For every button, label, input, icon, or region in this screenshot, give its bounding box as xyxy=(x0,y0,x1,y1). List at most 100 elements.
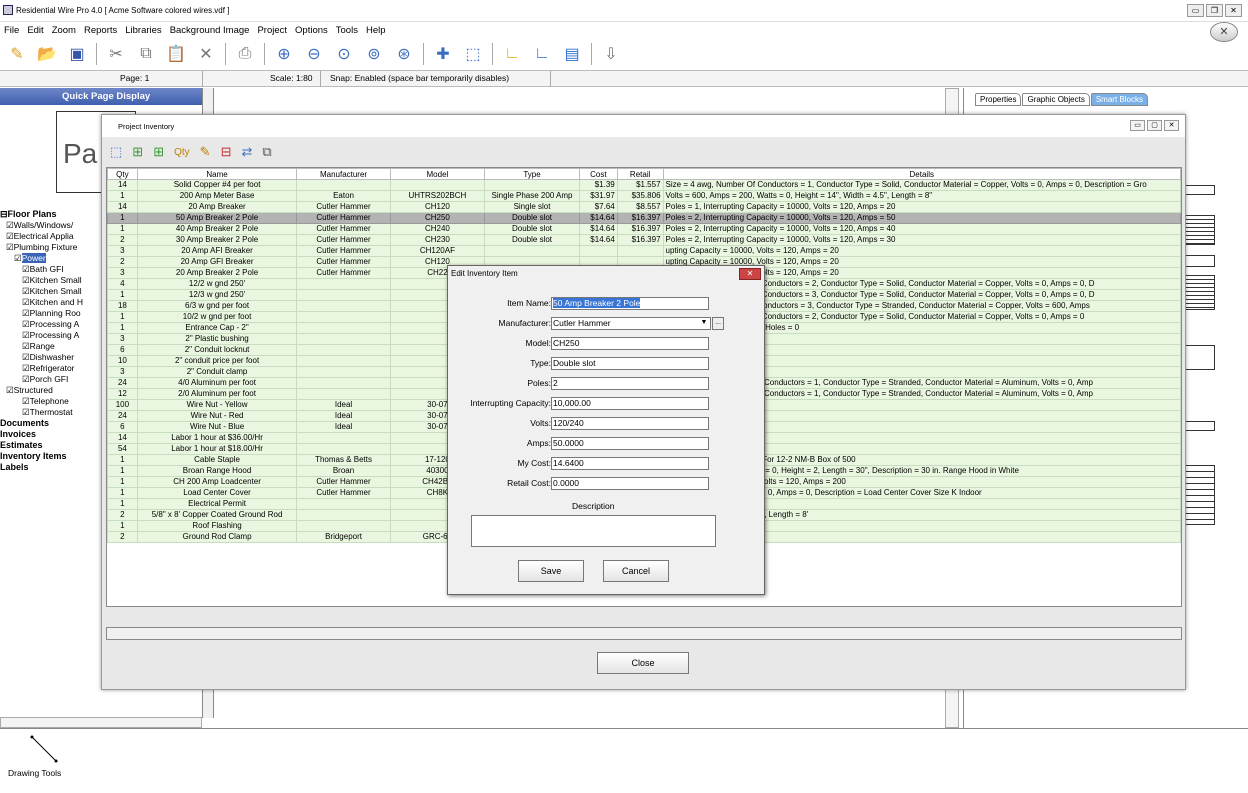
select-box-icon[interactable]: ⬚ xyxy=(462,43,484,65)
column-header[interactable]: Manufacturer xyxy=(296,168,391,180)
smart-block-thumb[interactable] xyxy=(1185,255,1215,267)
arrow-down-icon[interactable]: ⇩ xyxy=(600,43,622,65)
save-icon[interactable]: ▣ xyxy=(66,43,88,65)
tree-item[interactable]: ☑Structured xyxy=(0,385,100,396)
select-all-icon[interactable]: ⬚ xyxy=(110,144,122,160)
tree-item[interactable]: ☑Thermostat xyxy=(0,407,100,418)
tree-item[interactable]: ☑Kitchen Small xyxy=(0,275,100,286)
tree-item[interactable]: ☑Walls/Windows/ xyxy=(0,220,100,231)
tree-item[interactable]: ☑Dishwasher xyxy=(0,352,100,363)
wall-tool-icon[interactable]: ∟ xyxy=(501,43,523,65)
table-row[interactable]: 14 20 Amp Breaker Cutler Hammer CH120 Single… xyxy=(107,201,1181,213)
inventory-minimize-button[interactable]: ▭ xyxy=(1130,120,1145,131)
quantity-icon[interactable]: Qty xyxy=(174,147,190,158)
tree-item[interactable]: Documents xyxy=(0,418,100,429)
tree-item[interactable]: ☑Processing A xyxy=(0,330,100,341)
copy-icon[interactable]: ⧉ xyxy=(135,43,157,65)
cancel-button[interactable]: Cancel xyxy=(603,560,669,582)
column-header[interactable]: Model xyxy=(389,168,486,180)
add-multiple-icon[interactable]: ⊞ xyxy=(153,144,164,160)
tree-item[interactable]: ☑Range xyxy=(0,341,100,352)
column-header[interactable]: Details xyxy=(662,168,1181,180)
smart-block-thumb[interactable] xyxy=(1185,421,1215,431)
menu-help[interactable]: Help xyxy=(366,25,386,36)
print-icon[interactable]: ⎙ xyxy=(234,43,256,65)
field-input[interactable]: CH250 xyxy=(551,337,709,350)
delete-icon[interactable]: ✕ xyxy=(195,43,217,65)
menu-reports[interactable]: Reports xyxy=(84,25,117,36)
crosshair-icon[interactable]: ✚ xyxy=(432,43,454,65)
edit-dialog-close-button[interactable]: ✕ xyxy=(739,268,761,280)
copy-item-icon[interactable]: ⧉ xyxy=(262,144,271,160)
add-item-icon[interactable]: ⊞ xyxy=(132,144,143,160)
column-header[interactable]: Name xyxy=(136,168,298,180)
field-input[interactable]: 50.0000 xyxy=(551,437,709,450)
tree-item[interactable]: ☑Bath GFI xyxy=(0,264,100,275)
tree-item[interactable]: ☑Kitchen Small xyxy=(0,286,100,297)
zoom-fit-icon[interactable]: ⊚ xyxy=(363,43,385,65)
table-row[interactable]: 1 50 Amp Breaker 2 Pole Cutler Hammer CH250… xyxy=(107,212,1181,224)
tree-item[interactable]: Estimates xyxy=(0,440,100,451)
zoom-previous-icon[interactable]: ⊛ xyxy=(393,43,415,65)
table-row[interactable]: 1 200 Amp Meter Base Eaton UHTRS202BCH Singl… xyxy=(107,190,1181,202)
tab-graphic-objects[interactable]: Graphic Objects xyxy=(1022,93,1090,106)
smart-block-thumb[interactable] xyxy=(1185,275,1215,310)
table-row[interactable]: 14 Solid Copper #4 per foot $1.39 $1.557 Siz… xyxy=(107,179,1181,191)
tree-item[interactable]: ☑Refrigerator xyxy=(0,363,100,374)
tree-item[interactable]: Labels xyxy=(0,462,100,473)
field-input[interactable]: 2 xyxy=(551,377,709,390)
line-tool-icon[interactable] xyxy=(30,735,60,765)
tab-properties[interactable]: Properties xyxy=(975,93,1022,106)
column-header[interactable]: Qty xyxy=(107,168,138,180)
field-input[interactable]: 50 Amp Breaker 2 Pole xyxy=(551,297,709,310)
tree-item[interactable]: ⊟Floor Plans xyxy=(0,209,100,220)
edit-item-icon[interactable]: ✎ xyxy=(200,144,211,160)
left-horizontal-scrollbar[interactable] xyxy=(0,717,202,728)
tree-item[interactable]: ☑Kitchen and H xyxy=(0,297,100,308)
open-folder-icon[interactable]: 📂 xyxy=(36,43,58,65)
menu-project[interactable]: Project xyxy=(257,25,287,36)
new-icon[interactable]: ✎ xyxy=(6,43,28,65)
menu-libraries[interactable]: Libraries xyxy=(125,25,161,36)
menu-zoom[interactable]: Zoom xyxy=(52,25,76,36)
zoom-in-icon[interactable]: ⊕ xyxy=(273,43,295,65)
zoom-window-icon[interactable]: ⊙ xyxy=(333,43,355,65)
inventory-close-button[interactable]: ✕ xyxy=(1164,120,1179,131)
smart-block-thumb[interactable] xyxy=(1185,185,1215,195)
field-input[interactable]: 0.0000 xyxy=(551,477,709,490)
smart-block-thumb[interactable] xyxy=(1185,345,1215,370)
restore-button[interactable]: ❐ xyxy=(1206,4,1223,17)
column-header[interactable]: Type xyxy=(484,168,580,180)
tree-item[interactable]: ☑Telephone xyxy=(0,396,100,407)
smart-block-thumb[interactable] xyxy=(1185,215,1215,245)
field-input[interactable]: 10,000.00 xyxy=(551,397,709,410)
column-header[interactable]: Retail xyxy=(616,168,664,180)
description-field[interactable] xyxy=(471,515,716,547)
field-input[interactable]: Cutler Hammer xyxy=(551,317,711,330)
dropdown-arrow-icon[interactable]: ▼ xyxy=(698,317,710,330)
close-button[interactable]: Close xyxy=(597,652,689,674)
remove-item-icon[interactable]: ⊟ xyxy=(221,144,232,160)
tree-item[interactable]: Invoices xyxy=(0,429,100,440)
inventory-maximize-button[interactable]: ▢ xyxy=(1147,120,1162,131)
menu-options[interactable]: Options xyxy=(295,25,328,36)
wall-tool-blue-icon[interactable]: ∟ xyxy=(531,43,553,65)
field-input[interactable]: 120/240 xyxy=(551,417,709,430)
tree-item[interactable]: ☑Power xyxy=(0,253,100,264)
column-header[interactable]: Cost xyxy=(578,168,618,180)
tree-item[interactable]: ☑Processing A xyxy=(0,319,100,330)
smart-block-thumb[interactable] xyxy=(1185,465,1215,525)
close-circle-icon[interactable]: ✕ xyxy=(1210,22,1238,42)
close-window-button[interactable]: ✕ xyxy=(1225,4,1242,17)
tree-item[interactable]: ☑Electrical Applia xyxy=(0,231,100,242)
replace-item-icon[interactable]: ⇄ xyxy=(241,144,252,160)
tree-item[interactable]: ☑Planning Roo xyxy=(0,308,100,319)
menu-tools[interactable]: Tools xyxy=(336,25,358,36)
menu-edit[interactable]: Edit xyxy=(27,25,43,36)
cut-icon[interactable]: ✂ xyxy=(105,43,127,65)
menu-background-image[interactable]: Background Image xyxy=(170,25,250,36)
inventory-horizontal-scrollbar[interactable] xyxy=(106,627,1182,640)
minimize-button[interactable]: ▭ xyxy=(1187,4,1204,17)
tab-smart-blocks[interactable]: Smart Blocks xyxy=(1090,93,1148,106)
tree-item[interactable]: ☑Porch GFI xyxy=(0,374,100,385)
